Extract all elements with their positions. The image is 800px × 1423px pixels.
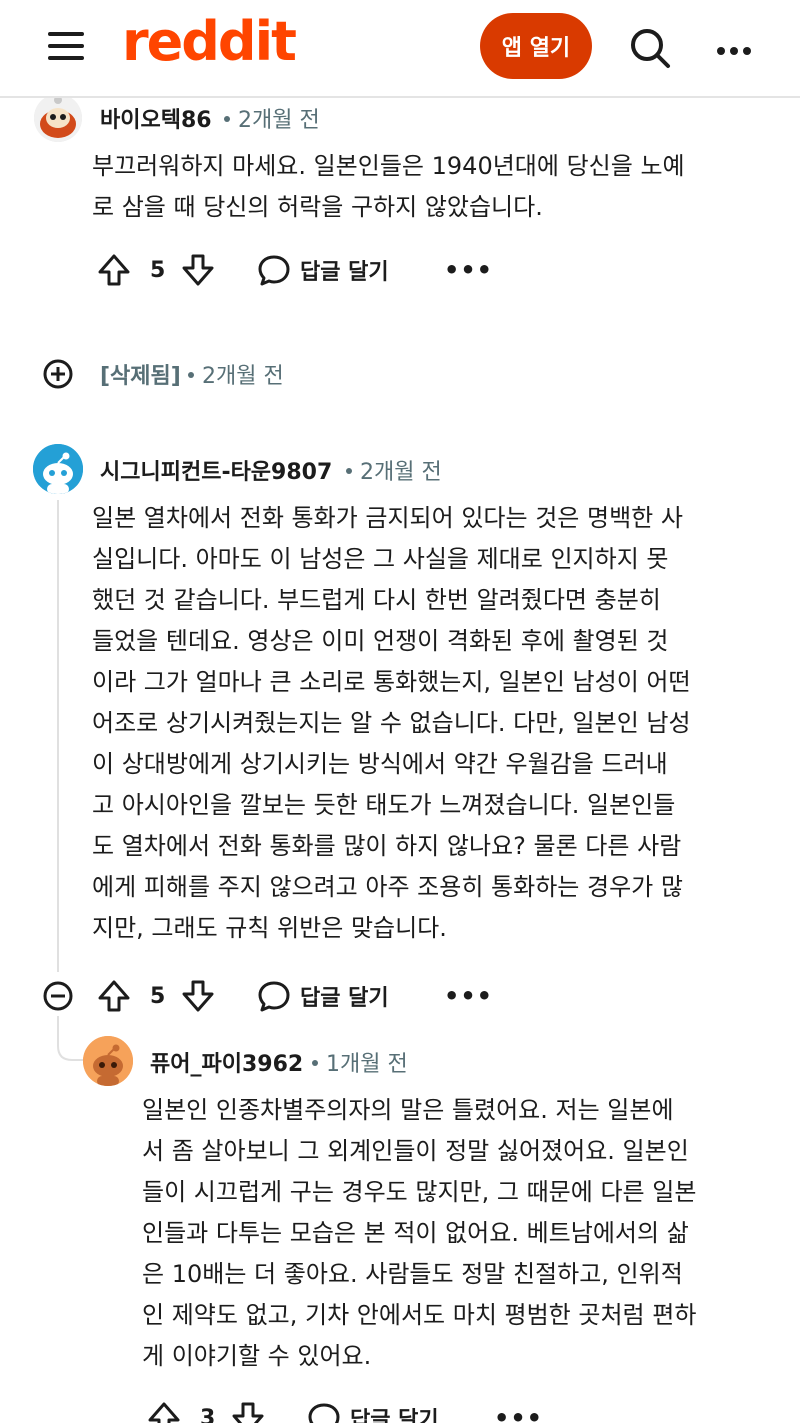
open-app-button[interactable]: 앱 열기 xyxy=(480,13,592,79)
more-options-icon[interactable] xyxy=(712,30,756,64)
comment-timestamp: 2개월 전 xyxy=(182,358,284,390)
snoo-avatar-icon xyxy=(83,1036,133,1086)
downvote-button[interactable] xyxy=(180,248,216,292)
avatar[interactable] xyxy=(83,1036,133,1086)
minus-circle-icon xyxy=(43,981,73,1011)
deleted-author: [삭제됨] xyxy=(100,364,181,389)
downvote-button[interactable] xyxy=(230,1396,266,1423)
upvote-icon xyxy=(148,1402,180,1423)
comment-bubble-icon xyxy=(308,1403,340,1423)
expand-thread-button[interactable] xyxy=(42,352,74,396)
comment-author[interactable]: 퓨어_파이3962 xyxy=(150,1046,303,1078)
comment-timestamp: 2개월 전 xyxy=(340,454,442,486)
thread-line[interactable] xyxy=(57,500,59,972)
avatar[interactable] xyxy=(34,94,82,142)
search-icon[interactable] xyxy=(628,26,672,70)
comment-body: 부끄러워하지 마세요. 일본인들은 1940년대에 당신을 노예 로 삼을 때 … xyxy=(92,152,685,221)
downvote-icon xyxy=(182,980,214,1012)
comment-body: 일본 열차에서 전화 통화가 금지되어 있다는 것은 명백한 사 실입니다. 아… xyxy=(92,504,691,942)
comment-more-button[interactable]: ••• xyxy=(494,1396,543,1423)
upvote-button[interactable] xyxy=(96,248,132,292)
downvote-button[interactable] xyxy=(180,974,216,1018)
comment-bubble-icon xyxy=(258,981,290,1012)
upvote-icon xyxy=(98,980,130,1012)
plus-circle-icon xyxy=(43,359,73,389)
reply-button[interactable]: 답글 달기 xyxy=(306,1396,439,1423)
comment-actions: 3 답글 달기 ••• xyxy=(146,1396,566,1423)
comment-author[interactable]: 바이오텍86 xyxy=(100,102,212,134)
top-bar: reddit 앱 열기 xyxy=(0,0,800,98)
snoo-avatar-icon xyxy=(34,94,82,142)
comment-actions: 5 답글 달기 ••• xyxy=(96,248,516,292)
avatar[interactable] xyxy=(33,444,83,494)
comment-body: 일본인 인종차별주의자의 말은 틀렸어요. 저는 일본에 서 좀 살아보니 그 … xyxy=(142,1096,697,1370)
reddit-logo[interactable]: reddit xyxy=(122,10,297,73)
collapse-thread-button[interactable] xyxy=(42,974,74,1018)
vote-count: 5 xyxy=(150,983,166,1009)
downvote-icon xyxy=(232,1402,264,1423)
downvote-icon xyxy=(182,254,214,286)
comment-more-button[interactable]: ••• xyxy=(444,974,493,1018)
vote-count: 5 xyxy=(150,257,166,283)
menu-icon[interactable] xyxy=(48,30,86,62)
snoo-avatar-icon xyxy=(33,444,83,494)
comment-more-button[interactable]: ••• xyxy=(444,248,493,292)
upvote-button[interactable] xyxy=(96,974,132,1018)
comment-timestamp: 2개월 전 xyxy=(218,102,320,134)
comment-bubble-icon xyxy=(258,255,290,286)
vote-count: 3 xyxy=(200,1405,216,1423)
comment-timestamp: 1개월 전 xyxy=(306,1046,408,1078)
comment-actions: 5 답글 달기 ••• xyxy=(96,974,516,1018)
upvote-icon xyxy=(98,254,130,286)
reply-button[interactable]: 답글 달기 xyxy=(256,974,389,1018)
upvote-button[interactable] xyxy=(146,1396,182,1423)
comment-author[interactable]: 시그니피컨트-타운9807 xyxy=(100,454,332,486)
reply-button[interactable]: 답글 달기 xyxy=(256,248,389,292)
